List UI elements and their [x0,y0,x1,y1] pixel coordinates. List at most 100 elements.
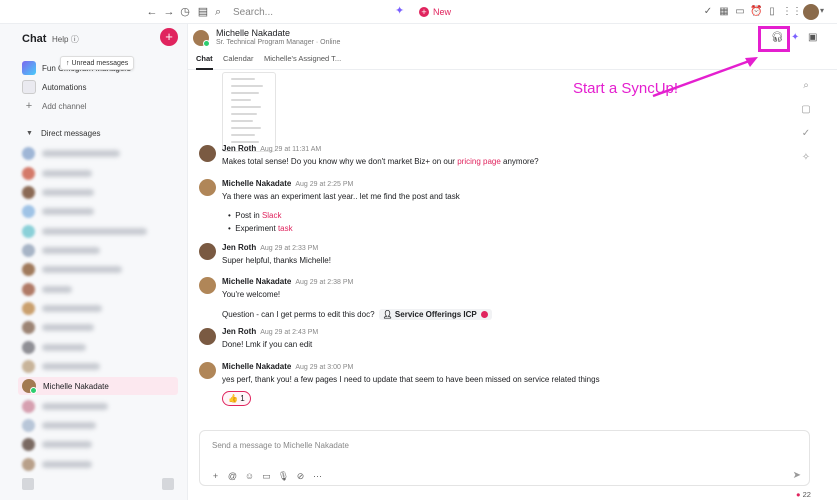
sidebar-item-automations[interactable]: Automations [22,79,182,95]
message-author[interactable]: Jen Roth Aug 29 at 2:43 PM [222,327,318,336]
direct-messages-label: Direct messages [40,129,101,138]
dm-item[interactable] [18,397,178,415]
task-link[interactable]: task [278,224,293,233]
dm-name-blurred [42,227,147,235]
message-text: Super helpful, thanks Michelle! [222,256,331,265]
emoji-icon[interactable]: ☺ [241,471,258,482]
chevron-down-icon[interactable]: ▾ [820,6,824,15]
help-link[interactable]: Help ⓘ [52,34,79,45]
dm-item[interactable] [18,183,178,201]
avatar[interactable] [199,362,216,379]
new-button[interactable]: + New [413,4,457,20]
message-author[interactable]: Michelle Nakadate Aug 29 at 2:38 PM [222,277,353,286]
history-icon[interactable]: ◷ [178,5,192,19]
dm-item[interactable] [18,357,178,375]
document-thumbnail[interactable] [222,72,276,152]
new-chat-button[interactable]: + [160,28,178,46]
microphone-icon[interactable]: 🎙︎ [275,471,292,482]
notification-count[interactable]: ● 22 [796,490,811,499]
avatar[interactable] [199,277,216,294]
video-icon[interactable]: ▭ [734,6,746,18]
mention-icon[interactable]: @ [224,471,241,482]
dm-item-michelle-nakadate[interactable]: Michelle Nakadate [18,377,178,395]
doc-chip[interactable]: 👤︎ Service Offerings ICP [378,309,492,320]
dm-item[interactable] [18,318,178,336]
list-item: • Post in Slack [228,211,282,220]
slack-link[interactable]: Slack [262,211,282,220]
user-avatar[interactable] [803,4,819,20]
plus-icon: + [419,7,429,17]
send-icon[interactable]: ➤ [793,470,801,481]
check-circle-icon[interactable]: ✓ [702,6,714,18]
dm-item[interactable] [18,202,178,220]
text-part: Post in [235,211,262,220]
tooltip-label: Unread messages [71,60,129,67]
reaction-pill[interactable]: 👍 1 [222,391,251,406]
avatar[interactable] [199,328,216,345]
dm-item[interactable] [18,241,178,259]
search-placeholder: Search... [233,6,274,18]
message-time: Aug 29 at 2:33 PM [260,245,319,252]
contact-avatar[interactable] [193,30,210,47]
message-author[interactable]: Jen Roth Aug 29 at 11:31 AM [222,144,321,153]
search-icon[interactable]: ⌕ [794,80,818,98]
ai-sparkle-icon[interactable]: ✦ [395,4,404,17]
dm-name-blurred [42,323,94,331]
avatar[interactable] [199,243,216,260]
avatar [22,262,35,276]
direct-messages-header[interactable]: ▼ Direct messages [26,129,101,138]
message-text: yes perf, thank you! a few pages I need … [222,375,600,384]
ai-sparkle-icon[interactable]: ✦ [791,32,799,43]
message-author[interactable]: Michelle Nakadate Aug 29 at 3:00 PM [222,362,353,371]
unread-messages-tooltip[interactable]: ↑ Unread messages [60,56,135,70]
avatar [22,418,35,432]
more-icon[interactable]: ⋯ [309,471,326,482]
sidebar-settings-icon[interactable] [22,478,34,490]
dm-item[interactable] [18,416,178,434]
avatar [22,457,35,471]
apps-grid-icon[interactable]: ⋮⋮ [782,6,802,18]
message-composer[interactable]: Send a message to Michelle Nakadate + @ … [199,430,810,486]
add-channel-button[interactable]: + Add channel [22,98,182,114]
pricing-page-link[interactable]: pricing page [457,157,501,166]
sparkle-icon[interactable]: ✧ [794,152,818,170]
video-clip-icon[interactable]: ▭ [258,471,275,482]
dm-item[interactable] [18,260,178,278]
message-author[interactable]: Jen Roth Aug 29 at 2:33 PM [222,243,318,252]
notepad-icon[interactable]: ▦ [718,6,730,18]
dm-name-blurred [42,188,94,196]
dm-name-blurred [42,440,92,448]
contact-name[interactable]: Michelle Nakadate [216,28,290,38]
dm-item[interactable] [18,280,178,298]
dm-item[interactable] [18,164,178,182]
dm-item[interactable] [18,455,178,473]
dm-item[interactable] [18,435,178,453]
person-icon: 👤︎ [382,310,393,319]
tab-calendar[interactable]: Calendar [223,54,253,70]
sidebar-collapse-icon[interactable] [162,478,174,490]
avatar[interactable] [199,179,216,196]
message-time: Aug 29 at 2:38 PM [295,279,354,286]
avatar[interactable] [199,145,216,162]
dm-name: Michelle Nakadate [43,381,109,391]
dm-item[interactable] [18,299,178,317]
message-author[interactable]: Michelle Nakadate Aug 29 at 2:25 PM [222,179,353,188]
check-circle-icon[interactable]: ✓ [794,128,818,146]
dm-item[interactable] [18,144,178,162]
dm-item[interactable] [18,338,178,356]
forward-arrow-icon[interactable]: → [162,5,176,19]
tab-chat[interactable]: Chat [196,54,213,70]
dm-item[interactable] [18,222,178,240]
comment-icon[interactable]: ▢ [794,104,818,122]
message-text: Makes total sense! Do you know why we do… [222,157,539,166]
plus-icon[interactable]: + [207,471,224,482]
channel-icon [22,61,36,75]
back-arrow-icon[interactable]: ← [145,5,159,19]
alarm-icon[interactable]: ⏰ [750,6,762,18]
sidebar-toggle-icon[interactable]: ▣ [808,32,817,43]
document-icon[interactable]: ▯ [766,6,778,18]
calendar-icon[interactable]: ▤ [196,5,210,19]
attach-icon[interactable]: ⊘ [292,471,309,482]
tab-assigned-tasks[interactable]: Michelle's Assigned T... [264,54,341,70]
automations-icon [22,80,36,94]
